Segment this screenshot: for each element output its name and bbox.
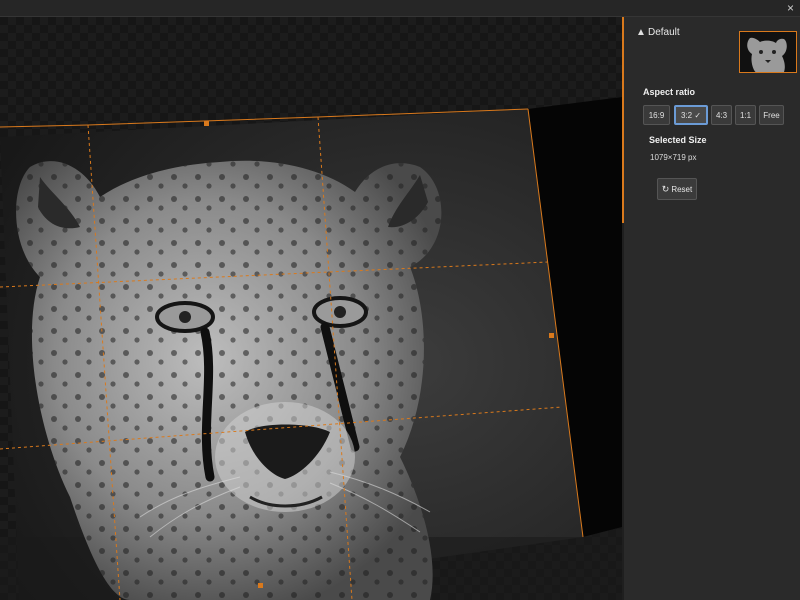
ratio-3-2-button[interactable]: 3:2 ✓	[674, 105, 708, 125]
refresh-icon: ↻	[661, 184, 670, 194]
panel-header[interactable]: ▲ Default	[624, 17, 800, 77]
ratio-free-button[interactable]: Free	[759, 105, 784, 125]
thumbnail-image	[740, 32, 796, 72]
crop-canvas[interactable]	[0, 17, 622, 600]
preset-title: Default	[648, 27, 680, 38]
crop-handle-bottom[interactable]	[258, 583, 263, 588]
reset-label: Reset	[671, 185, 693, 194]
left-tear-mark	[200, 327, 215, 482]
chevron-up-icon[interactable]: ▲	[636, 27, 646, 38]
photo	[0, 97, 622, 600]
left-pupil	[179, 311, 191, 323]
right-pupil	[334, 306, 346, 318]
ratio-1-1-button[interactable]: 1:1	[735, 105, 756, 125]
reset-button[interactable]: ↻ Reset	[657, 178, 697, 200]
aspect-ratio-heading: Aspect ratio	[643, 87, 696, 97]
thumbnail-preview[interactable]	[739, 31, 797, 73]
ratio-16-9-button[interactable]: 16:9	[643, 105, 670, 125]
title-bar: ×	[0, 0, 800, 17]
crop-handle-right[interactable]	[549, 333, 554, 338]
crop-stage	[0, 97, 622, 600]
crop-handle-top[interactable]	[204, 121, 209, 126]
selected-size-value: 1079×719 px	[650, 153, 697, 162]
settings-panel: ▲ Default Aspect ratio 16:9 3:2 ✓ 4:3 1:…	[624, 17, 800, 600]
selected-size-heading: Selected Size	[649, 135, 707, 145]
close-icon[interactable]: ×	[787, 1, 794, 15]
ratio-4-3-button[interactable]: 4:3	[711, 105, 732, 125]
